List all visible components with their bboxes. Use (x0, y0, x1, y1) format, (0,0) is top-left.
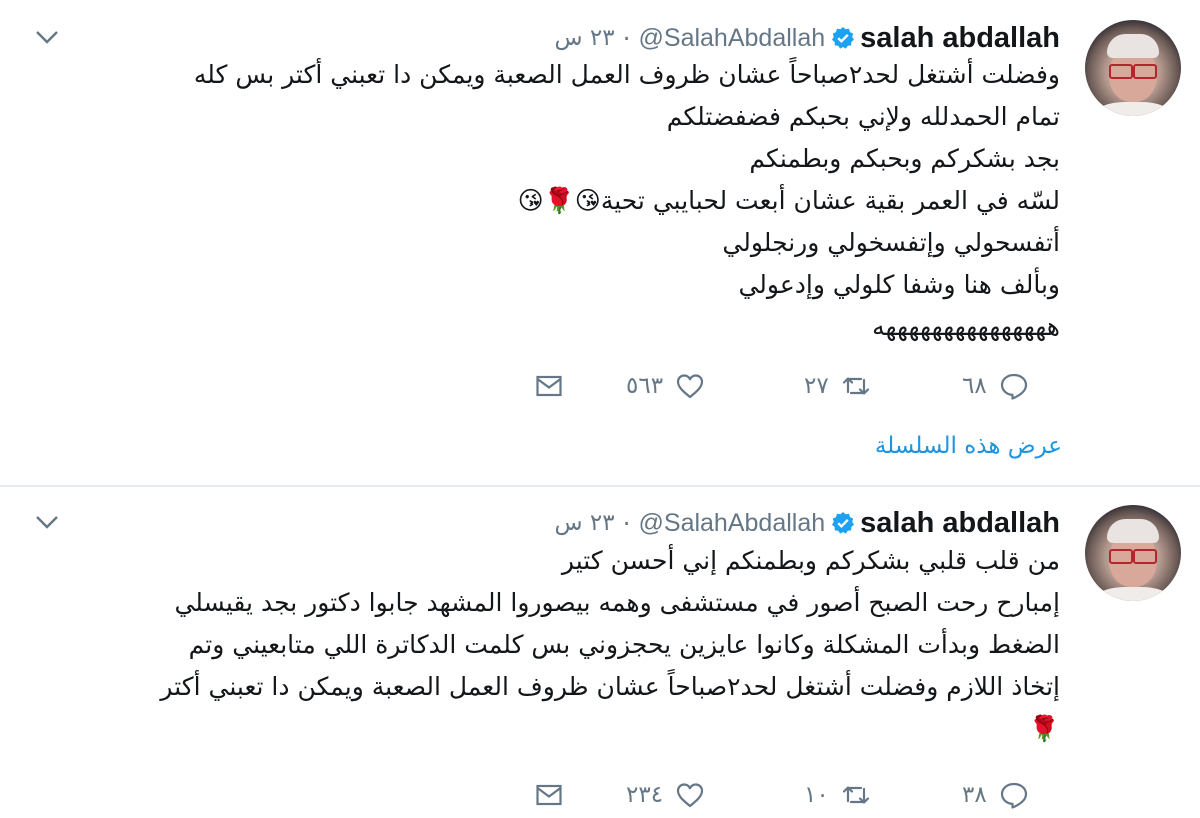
author-handle[interactable]: @SalahAbdallah (639, 509, 826, 538)
tweet-line: لسّه في العمر بقية عشان أبعت لحبايبي تحي… (517, 186, 1060, 215)
retweet-button[interactable]: ٢٧ (804, 366, 871, 406)
tweet-text: من قلب قلبي بشكركم وبطمنكم إني أحسن كتير… (160, 540, 1060, 750)
reply-button[interactable]: ٦٨ (962, 366, 1029, 406)
tweet-menu-caret[interactable] (34, 24, 60, 50)
envelope-icon (536, 375, 562, 397)
tweet-line: بجد بشكركم وبحبكم وبطمنكم (749, 144, 1060, 173)
heart-icon (676, 374, 704, 399)
like-count: ٢٣٤ (626, 782, 664, 808)
reply-button[interactable]: ٣٨ (962, 775, 1029, 815)
tweet-line: من قلب قلبي بشكركم وبطمنكم إني أحسن كتير (561, 546, 1060, 575)
chevron-down-icon (36, 31, 58, 44)
tweet-line: إتخاذ اللازم وفضلت أشتغل لحد٢صباحاً عشان… (160, 672, 1060, 701)
tweet-1[interactable]: ٢٣ س · @SalahAbdallah salah abdallah وفض… (0, 0, 1200, 485)
retweet-button[interactable]: ١٠ (804, 775, 871, 815)
tweet-line: 🌹 (1028, 714, 1060, 743)
tweet-actions: ٣٨ ١٠ ٢٣٤ (0, 775, 1200, 815)
tweet-text: وفضلت أشتغل لحد٢صباحاً عشان ظروف العمل ا… (194, 54, 1060, 348)
reply-icon (1000, 782, 1027, 809)
show-thread-link[interactable]: عرض هذه السلسلة (875, 433, 1062, 459)
separator-dot: · (622, 508, 631, 538)
tweet-line: تمام الحمدلله ولإني بحبكم فضفضتلكم (666, 102, 1060, 131)
tweet-header: ٢٣ س · @SalahAbdallah salah abdallah (554, 505, 1060, 541)
direct-message-button[interactable] (534, 775, 564, 815)
reply-count: ٦٨ (962, 373, 987, 399)
tweet-line: وفضلت أشتغل لحد٢صباحاً عشان ظروف العمل ا… (193, 60, 1060, 89)
tweet-time[interactable]: ٢٣ س (554, 25, 614, 51)
tweet-header: ٢٣ س · @SalahAbdallah salah abdallah (554, 20, 1060, 56)
retweet-icon (842, 377, 869, 395)
avatar[interactable] (1085, 505, 1181, 601)
separator-dot: · (622, 23, 631, 53)
tweet-line: وبألف هنا وشفا كلولي وإدعولي (738, 270, 1060, 299)
chevron-down-icon (36, 516, 58, 529)
verified-badge-icon (832, 27, 855, 49)
tweet-menu-caret[interactable] (34, 509, 60, 535)
like-count: ٥٦٣ (626, 373, 664, 399)
like-button[interactable]: ٢٣٤ (626, 775, 705, 815)
retweet-icon (842, 786, 869, 804)
author-name[interactable]: salah abdallah (860, 22, 1060, 55)
author-name[interactable]: salah abdallah (860, 507, 1060, 540)
tweet-line: إمبارح رحت الصبح أصور في مستشفى وهمه بيص… (174, 588, 1060, 617)
tweet-line: الضغط وبدأت المشكلة وكانوا عايزين يحجزون… (188, 630, 1060, 659)
tweet-2[interactable]: ٢٣ س · @SalahAbdallah salah abdallah من … (0, 485, 1200, 818)
author-handle[interactable]: @SalahAbdallah (639, 24, 826, 53)
avatar[interactable] (1085, 20, 1181, 116)
tweet-actions: ٦٨ ٢٧ ٥٦٣ (0, 366, 1200, 406)
like-button[interactable]: ٥٦٣ (626, 366, 705, 406)
tweet-line: أتفسحولي وإتفسخولي ورنجلولي (722, 228, 1060, 257)
direct-message-button[interactable] (534, 366, 564, 406)
retweet-count: ٢٧ (804, 373, 829, 399)
tweet-line: هههههههههههههههه (872, 312, 1060, 341)
heart-icon (676, 783, 704, 808)
verified-badge-icon (832, 512, 855, 534)
reply-icon (1000, 373, 1027, 400)
reply-count: ٣٨ (962, 782, 987, 808)
tweet-time[interactable]: ٢٣ س (554, 510, 614, 536)
envelope-icon (536, 784, 562, 806)
retweet-count: ١٠ (804, 782, 829, 808)
